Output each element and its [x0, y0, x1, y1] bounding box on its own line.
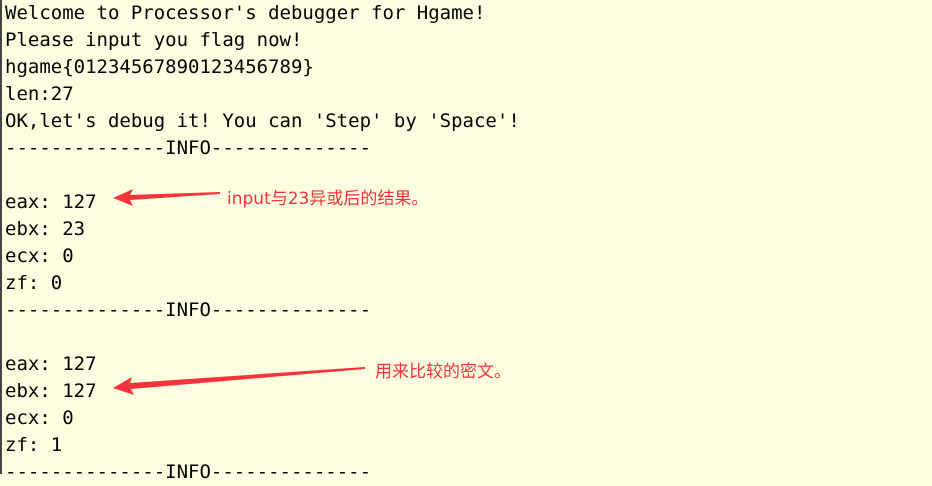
arrow-to-ebx [113, 367, 365, 395]
annotation-arrows [113, 189, 365, 395]
annotation-ciphertext: 用来比较的密文。 [375, 362, 511, 382]
annotation-xor-result: input与23异或后的结果。 [227, 189, 429, 209]
arrow-to-eax [113, 189, 220, 206]
